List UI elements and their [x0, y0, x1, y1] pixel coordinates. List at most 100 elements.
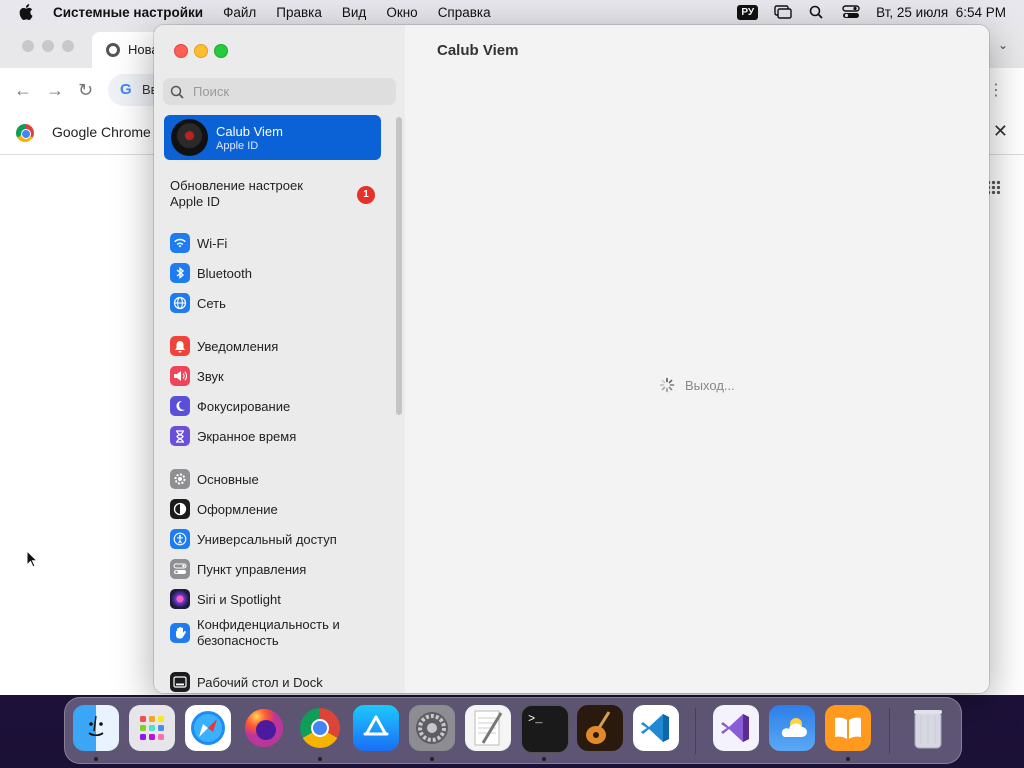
launchpad-icon[interactable]	[129, 705, 175, 751]
google-g-icon: G	[120, 81, 132, 98]
running-indicator	[846, 757, 850, 761]
sidebar-item-network[interactable]: Сеть	[170, 292, 226, 314]
avatar	[171, 119, 208, 156]
chrome-icon[interactable]	[297, 705, 343, 751]
spinner-icon	[659, 377, 675, 393]
weather-icon[interactable]	[769, 705, 815, 751]
zoom-button[interactable]	[214, 44, 228, 58]
apple-icon[interactable]	[19, 4, 33, 20]
chrome-tab[interactable]: Нова	[92, 32, 162, 68]
sidebar-item-label: Экранное время	[197, 428, 297, 444]
running-indicator	[430, 757, 434, 761]
sidebar-item-label: Bluetooth	[197, 265, 252, 281]
sidebar-item-label: Сеть	[197, 295, 226, 311]
bluetooth-icon	[170, 263, 190, 283]
sidebar-item-notifications[interactable]: Уведомления	[170, 335, 278, 357]
update-label: Обновление настроек Apple ID	[170, 178, 303, 209]
dock: >_	[64, 697, 962, 764]
reload-icon[interactable]: ↻	[78, 80, 93, 101]
running-indicator	[542, 757, 546, 761]
infobar-close-icon[interactable]: ✕	[993, 121, 1008, 142]
firefox-icon[interactable]	[241, 705, 287, 751]
chrome-favicon-icon	[106, 43, 120, 57]
trash-icon[interactable]	[905, 705, 951, 751]
sidebar-item-label: Оформление	[197, 501, 278, 517]
sidebar-item-screen-time[interactable]: Экранное время	[170, 425, 296, 447]
account-subtitle: Apple ID	[216, 140, 259, 152]
sidebar-item-privacy-security[interactable]: Конфиденциальность и безопасность	[170, 614, 367, 652]
settings-content-pane: Calub Viem Выход...	[405, 25, 989, 693]
sidebar-item-siri-spotlight[interactable]: Siri и Spotlight	[170, 588, 281, 610]
loading-text: Выход...	[685, 377, 735, 393]
menu-window[interactable]: Окно	[386, 5, 417, 20]
dock-separator	[889, 708, 890, 754]
chrome-minimize-button[interactable]	[42, 40, 54, 52]
chrome-logo-icon	[16, 124, 34, 142]
visual-studio-icon[interactable]	[713, 705, 759, 751]
settings-sidebar: Calub Viem Apple ID Обновление настроек …	[154, 25, 406, 693]
running-indicator	[318, 757, 322, 761]
sidebar-item-label: Конфиденциальность и безопасность	[197, 617, 340, 648]
wifi-icon	[170, 233, 190, 253]
menu-help[interactable]: Справка	[438, 5, 491, 20]
sidebar-item-label: Основные	[197, 471, 259, 487]
sidebar-item-focus[interactable]: Фокусирование	[170, 395, 290, 417]
back-arrow-icon[interactable]: ←	[14, 80, 32, 101]
infobar-text: Google Chrome и	[52, 124, 163, 140]
screen-mirroring-icon[interactable]	[774, 5, 792, 19]
sidebar-item-label: Звук	[197, 368, 224, 384]
script-editor-icon[interactable]	[465, 705, 511, 751]
sidebar-item-label: Wi-Fi	[197, 235, 228, 251]
spotlight-search-icon[interactable]	[808, 5, 826, 19]
sidebar-item-label: Уведомления	[197, 338, 279, 354]
sidebar-item-appearance[interactable]: Оформление	[170, 498, 278, 520]
sidebar-item-general[interactable]: Основные	[170, 468, 259, 490]
forward-arrow-icon[interactable]: →	[46, 80, 64, 101]
search-field[interactable]	[163, 78, 396, 105]
menu-clock[interactable]: Вт, 25 июля 6:54 PM	[876, 5, 1006, 20]
close-button[interactable]	[174, 44, 188, 58]
sidebar-item-label: Пункт управления	[197, 561, 307, 577]
system-settings-window: Calub Viem Apple ID Обновление настроек …	[154, 25, 989, 693]
minimize-button[interactable]	[194, 44, 208, 58]
apple-id-update-row[interactable]: Обновление настроек Apple ID 1	[170, 178, 385, 210]
app-store-icon[interactable]	[353, 705, 399, 751]
sidebar-item-control-center[interactable]: Пункт управления	[170, 558, 306, 580]
safari-icon[interactable]	[185, 705, 231, 751]
vscode-icon[interactable]	[633, 705, 679, 751]
sidebar-item-label: Siri и Spotlight	[197, 591, 281, 607]
finder-icon[interactable]	[73, 705, 119, 751]
sidebar-item-desktop-dock[interactable]: Рабочий стол и Dock	[170, 671, 323, 693]
menu-view[interactable]: Вид	[342, 5, 366, 20]
search-input[interactable]	[191, 83, 385, 100]
control-center-icon	[170, 559, 190, 579]
terminal-icon[interactable]: >_	[521, 705, 569, 753]
tab-search-chevron-icon[interactable]: ⌄	[998, 38, 1008, 52]
chrome-close-button[interactable]	[22, 40, 34, 52]
dock-separator	[695, 708, 696, 754]
input-language-badge[interactable]: РУ	[737, 4, 759, 20]
garageband-icon[interactable]	[577, 705, 623, 751]
menu-edit[interactable]: Правка	[276, 5, 322, 20]
sidebar-item-bluetooth[interactable]: Bluetooth	[170, 262, 252, 284]
menu-bar: Системные настройки Файл Правка Вид Окно…	[0, 0, 1024, 24]
books-icon[interactable]	[825, 705, 871, 751]
system-settings-icon[interactable]	[409, 705, 455, 751]
sidebar-scrollbar[interactable]	[396, 117, 402, 415]
chrome-zoom-button[interactable]	[62, 40, 74, 52]
menu-file[interactable]: Файл	[223, 5, 256, 20]
sidebar-item-label: Универсальный доступ	[197, 531, 337, 547]
menu-app-name[interactable]: Системные настройки	[53, 5, 203, 20]
mouse-cursor-icon	[26, 550, 38, 568]
sidebar-item-wifi[interactable]: Wi-Fi	[170, 232, 227, 254]
sidebar-item-accessibility[interactable]: Универсальный доступ	[170, 528, 337, 550]
signing-out-indicator: Выход...	[659, 377, 735, 393]
apple-id-account-row[interactable]: Calub Viem Apple ID	[164, 115, 381, 160]
hand-icon	[170, 623, 190, 643]
notification-badge: 1	[357, 186, 375, 204]
gear-icon	[170, 469, 190, 489]
siri-icon	[170, 589, 190, 609]
control-center-icon[interactable]	[842, 5, 860, 19]
chrome-menu-icon[interactable]: ⋮	[988, 80, 1004, 100]
sidebar-item-sound[interactable]: Звук	[170, 365, 224, 387]
